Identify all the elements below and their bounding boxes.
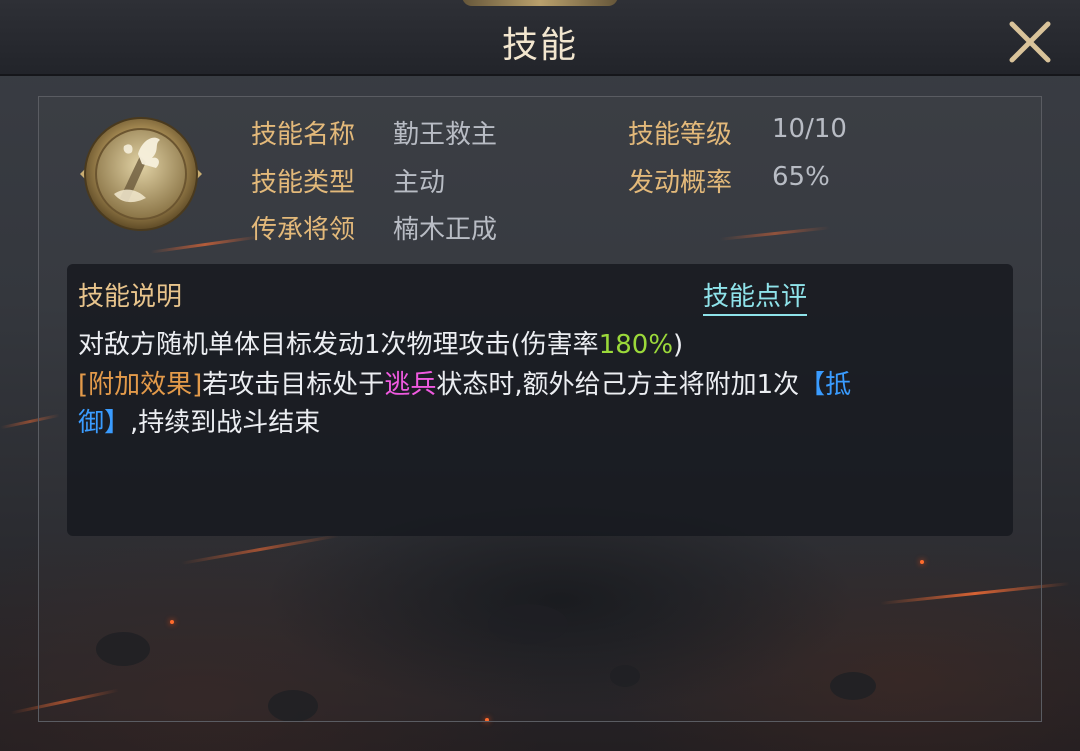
description-line-2: [附加效果]若攻击目标处于逃兵状态时,额外给己方主将附加1次【抵: [78, 364, 851, 401]
close-icon: [1009, 21, 1051, 63]
buff-name-part-2: 御】: [78, 408, 131, 438]
skill-inherit-label: 传承将领: [251, 215, 356, 245]
skill-description-title: 技能说明: [78, 282, 183, 312]
close-button[interactable]: [1004, 16, 1056, 68]
title-bar: 技能: [0, 0, 1080, 76]
skill-inherit-value: 楠木正成: [393, 215, 498, 245]
description-condition-text: 若攻击目标处于: [202, 370, 385, 400]
title-ornament: [462, 0, 618, 6]
description-duration-text: ,持续到战斗结束: [130, 408, 321, 438]
skill-name-label: 技能名称: [251, 120, 356, 150]
description-line-3: 御】,持续到战斗结束: [78, 402, 320, 439]
skill-type-label: 技能类型: [251, 168, 356, 198]
damage-rate: 180%: [598, 330, 674, 360]
buff-name-part-1: 【抵: [799, 370, 852, 400]
skill-level-value: 10/10: [772, 114, 847, 144]
skill-chance-label: 发动概率: [628, 168, 733, 198]
description-close-paren: ): [673, 330, 684, 360]
skill-type-value: 主动: [393, 168, 446, 198]
skill-chance-value: 65%: [772, 162, 830, 192]
page-title: 技能: [501, 25, 578, 66]
skill-review-link[interactable]: 技能点评: [703, 276, 808, 316]
deserter-status: 逃兵: [384, 370, 437, 400]
description-line-1: 对敌方随机单体目标发动1次物理攻击(伤害率180%): [78, 324, 683, 361]
skill-name-value: 勤王救主: [393, 120, 498, 150]
description-effect-text: 状态时,额外给己方主将附加1次: [436, 370, 800, 400]
skill-icon-frame: [80, 116, 202, 232]
flame-sword-skill-icon: [80, 117, 202, 231]
description-attack-text: 对敌方随机单体目标发动1次物理攻击(伤害率: [78, 330, 599, 360]
skill-level-label: 技能等级: [628, 120, 733, 150]
extra-effect-tag: [附加效果]: [78, 370, 203, 400]
